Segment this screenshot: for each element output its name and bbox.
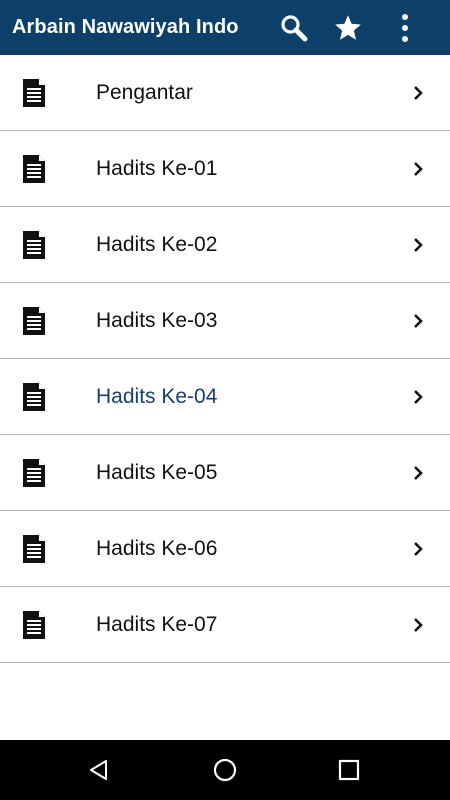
document-icon: [22, 534, 46, 564]
list-item[interactable]: Hadits Ke-06: [0, 511, 450, 587]
list-item-label: Hadits Ke-01: [96, 156, 218, 180]
list-item-label: Hadits Ke-02: [96, 232, 218, 256]
recent-apps-button[interactable]: [319, 740, 379, 800]
chevron-right-icon: [411, 313, 425, 329]
chevron-right-icon: [411, 389, 425, 405]
document-icon: [22, 382, 46, 412]
app-bar-actions: [270, 0, 450, 55]
list-item[interactable]: Pengantar: [0, 55, 450, 131]
back-icon: [90, 760, 107, 780]
list-item-label: Hadits Ke-06: [96, 536, 218, 560]
star-icon: [335, 14, 361, 40]
list-item[interactable]: Hadits Ke-05: [0, 435, 450, 511]
chevron-right-icon: [411, 161, 425, 177]
recent-apps-icon: [338, 759, 360, 781]
list-item-label: Hadits Ke-07: [96, 612, 218, 636]
search-button[interactable]: [270, 0, 318, 55]
document-icon: [22, 458, 46, 488]
list-item-label: Hadits Ke-04: [96, 384, 218, 408]
chevron-right-icon: [411, 85, 425, 101]
app-screen: Arbain Nawawiyah Indo Pengantar Hadits K…: [0, 0, 450, 800]
hadith-list: Pengantar Hadits Ke-01 Hadits Ke-02 Hadits …: [0, 55, 450, 663]
list-item[interactable]: Hadits Ke-04: [0, 359, 450, 435]
list-item-label: Hadits Ke-05: [96, 460, 218, 484]
chevron-right-icon: [411, 237, 425, 253]
list-item-label: Hadits Ke-03: [96, 308, 218, 332]
more-vert-icon: [402, 13, 408, 42]
overflow-menu-button[interactable]: [381, 0, 429, 55]
home-button[interactable]: [195, 740, 255, 800]
document-icon: [22, 78, 46, 108]
list-item[interactable]: Hadits Ke-07: [0, 587, 450, 663]
chevron-right-icon: [411, 465, 425, 481]
app-bar: Arbain Nawawiyah Indo: [0, 0, 450, 55]
document-icon: [22, 610, 46, 640]
search-icon: [281, 14, 308, 41]
app-title: Arbain Nawawiyah Indo: [12, 16, 239, 38]
chevron-right-icon: [411, 541, 425, 557]
chevron-right-icon: [411, 617, 425, 633]
list-item-label: Pengantar: [96, 80, 193, 104]
document-icon: [22, 154, 46, 184]
document-icon: [22, 230, 46, 260]
system-navigation-bar: [0, 740, 450, 800]
list-item[interactable]: Hadits Ke-03: [0, 283, 450, 359]
list-item[interactable]: Hadits Ke-02: [0, 207, 450, 283]
list-item[interactable]: Hadits Ke-01: [0, 131, 450, 207]
document-icon: [22, 306, 46, 336]
home-icon: [213, 758, 237, 782]
favorites-button[interactable]: [324, 0, 372, 55]
back-button[interactable]: [69, 740, 129, 800]
